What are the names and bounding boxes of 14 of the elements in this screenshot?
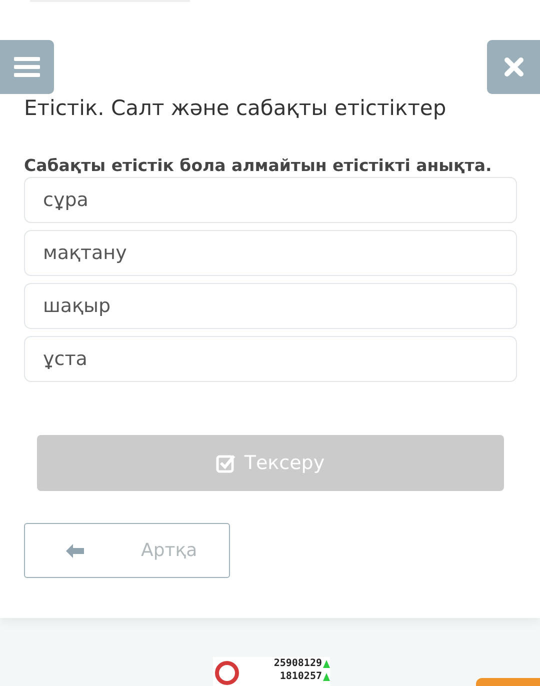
lesson-title: Етістік. Салт және сабақты етістіктер: [24, 95, 448, 122]
counter-number: 25908129: [274, 657, 322, 670]
answer-option[interactable]: сұра: [24, 177, 517, 223]
close-icon: [504, 57, 524, 77]
arrow-left-icon: [65, 542, 85, 558]
answer-option[interactable]: ұста: [24, 336, 517, 382]
counter-number: 1810257: [280, 670, 322, 683]
answer-option[interactable]: шақыр: [24, 283, 517, 329]
menu-button[interactable]: [0, 40, 54, 94]
checkbox-icon: [216, 453, 236, 473]
question-text: Сабақты етістік бола алмайтын етістікті анықта.: [24, 156, 493, 175]
close-button[interactable]: [487, 40, 540, 94]
answer-option[interactable]: мақтану: [24, 230, 517, 276]
menu-icon: [14, 56, 40, 78]
